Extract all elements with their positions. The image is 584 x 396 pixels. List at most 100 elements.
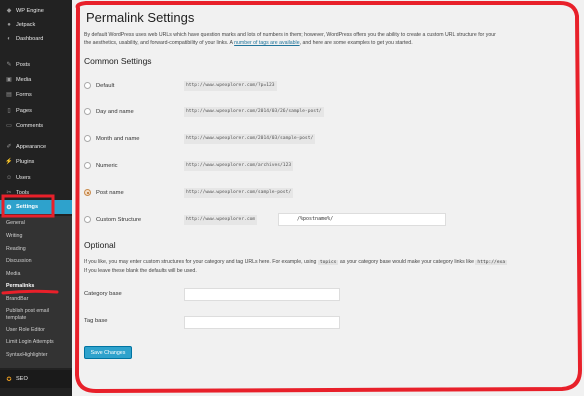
submenu-publish-post-email-line2[interactable]: template	[6, 315, 26, 321]
optional-text-b: as your category base would make your ca…	[338, 259, 476, 265]
sidebar-item-seo[interactable]: ✪ SEO	[0, 370, 72, 388]
available-tags-link[interactable]: number of tags are available	[234, 40, 299, 46]
tools-icon: ✂	[6, 190, 12, 196]
intro-text: By default WordPress uses web URLs which…	[84, 31, 584, 47]
sidebar-item-pages[interactable]: ▯ Pages	[0, 104, 72, 117]
settings-submenu: General Writing Reading Discussion Media…	[0, 216, 72, 368]
submenu-general[interactable]: General	[6, 220, 25, 226]
sidebar-item-label: Users	[16, 174, 31, 181]
option-label: Day and name	[96, 109, 134, 115]
pages-icon: ▯	[7, 108, 11, 114]
option-example: http://www.wpexplorer.com/2014/03/26/sam…	[184, 107, 324, 117]
sidebar-item-label: Pages	[16, 107, 32, 114]
plugins-icon: ⚡	[5, 159, 13, 165]
media-icon: ▣	[6, 77, 12, 83]
option-example: http://www.wpexplorer.com/?p=123	[184, 81, 277, 91]
comments-icon: ▭	[6, 123, 12, 129]
sidebar-item-forms[interactable]: ▤ Forms	[0, 88, 72, 101]
day-and-name-radio[interactable]	[84, 108, 91, 115]
sidebar-item-plugins[interactable]: ⚡ Plugins	[0, 155, 72, 168]
submenu-media[interactable]: Media	[6, 271, 20, 277]
optional-text-a: If you like, you may enter custom struct…	[84, 259, 318, 265]
submenu-reading[interactable]: Reading	[6, 246, 26, 252]
tag-base-input[interactable]	[184, 316, 340, 329]
optional-heading: Optional	[84, 240, 116, 250]
tag-base-label: Tag base	[84, 318, 108, 324]
option-month-and-name: Month and name http://www.wpexplorer.com…	[84, 134, 584, 146]
sidebar-item-posts[interactable]: ✎ Posts	[0, 58, 72, 71]
forms-icon: ▤	[6, 92, 12, 98]
numeric-radio[interactable]	[84, 162, 91, 169]
settings-icon: ⚙	[6, 204, 12, 211]
sidebar-item-label: WP Engine	[16, 7, 44, 14]
option-example: http://www.wpexplorer.com	[184, 215, 258, 225]
option-label: Month and name	[96, 136, 140, 142]
wp-engine-icon: ◆	[6, 8, 12, 14]
main-content: Permalink Settings By default WordPress …	[72, 0, 584, 396]
sidebar-item-label: Settings	[16, 204, 39, 210]
sidebar-item-tools[interactable]: ✂ Tools	[0, 186, 72, 199]
sidebar-item-label: Jetpack	[16, 21, 36, 28]
month-and-name-radio[interactable]	[84, 135, 91, 142]
sidebar-item-jetpack[interactable]: ● Jetpack	[0, 18, 72, 31]
sidebar-item-label: SEO	[16, 376, 28, 382]
intro-line-1: By default WordPress uses web URLs which…	[84, 32, 496, 38]
sidebar-item-settings[interactable]: ⚙ Settings	[0, 200, 77, 214]
intro-line-2a: the aesthetics, usability, and forward-c…	[84, 40, 235, 46]
sidebar-item-comments[interactable]: ▭ Comments	[0, 119, 72, 132]
custom-structure-radio[interactable]	[84, 216, 91, 223]
sidebar-item-label: Plugins	[16, 158, 35, 165]
seo-icon: ✪	[6, 376, 12, 383]
sidebar-item-dashboard[interactable]: ◐ Dashboard	[0, 32, 72, 45]
sidebar-item-media[interactable]: ▣ Media	[0, 73, 72, 86]
category-base-label: Category base	[84, 291, 122, 297]
submenu-writing[interactable]: Writing	[6, 233, 22, 239]
sidebar-item-label: Dashboard	[16, 35, 44, 42]
sidebar-item-label: Media	[16, 76, 32, 83]
option-custom-structure: Custom Structure http://www.wpexplorer.c…	[84, 213, 584, 227]
option-example: http://www.wpexplorer.com/sample-post/	[184, 188, 294, 198]
sidebar-item-label: Tools	[16, 189, 30, 196]
option-example: http://www.wpexplorer.com/2014/03/sample…	[184, 134, 316, 144]
option-default: Default http://www.wpexplorer.com/?p=123	[84, 81, 584, 93]
default-radio[interactable]	[84, 82, 91, 89]
option-day-and-name: Day and name http://www.wpexplorer.com/2…	[84, 107, 584, 119]
common-settings-heading: Common Settings	[84, 56, 152, 66]
save-changes-button[interactable]: Save Changes	[84, 346, 132, 359]
option-label: Post name	[96, 190, 124, 196]
option-post-name: Post name http://www.wpexplorer.com/samp…	[84, 188, 584, 200]
submenu-limit-login-attempts[interactable]: Limit Login Attempts	[6, 339, 54, 345]
sidebar-item-wp-engine[interactable]: ◆ WP Engine	[0, 4, 72, 17]
option-label: Numeric	[96, 163, 118, 169]
custom-structure-input[interactable]: /%postname%/	[278, 213, 446, 226]
submenu-permalinks[interactable]: Permalinks	[6, 283, 34, 289]
sidebar-item-label: Posts	[16, 61, 30, 68]
intro-line-2b: , and here are some examples to get you …	[299, 40, 413, 46]
optional-code-2: http://exa	[475, 260, 508, 265]
page-title: Permalink Settings	[86, 10, 195, 25]
submenu-brandbar[interactable]: BrandBar	[6, 296, 28, 302]
sidebar-item-appearance[interactable]: ✐ Appearance	[0, 140, 72, 153]
posts-icon: ✎	[6, 62, 12, 68]
submenu-discussion[interactable]: Discussion	[6, 258, 32, 264]
submenu-user-role-editor[interactable]: User Role Editor	[6, 327, 45, 333]
optional-code: topics	[317, 260, 339, 265]
sidebar-item-label: Appearance	[16, 143, 47, 150]
users-icon: ☺	[5, 174, 13, 181]
sidebar-item-label: Comments	[16, 122, 44, 129]
jetpack-icon: ●	[7, 21, 11, 28]
submenu-syntaxhighlighter[interactable]: SyntaxHighlighter	[6, 352, 48, 358]
sidebar-item-users[interactable]: ☺ Users	[0, 171, 72, 184]
option-label: Custom Structure	[96, 217, 142, 223]
appearance-icon: ✐	[6, 144, 12, 150]
option-numeric: Numeric http://www.wpexplorer.com/archiv…	[84, 161, 584, 173]
dashboard-icon: ◐	[7, 35, 11, 42]
submenu-publish-post-email[interactable]: Publish post email	[6, 308, 49, 314]
optional-text-c: If you leave these blank the defaults wi…	[84, 268, 197, 274]
option-label: Default	[96, 83, 115, 89]
optional-description: If you like, you may enter custom struct…	[84, 258, 584, 275]
sidebar-item-label: Forms	[16, 91, 32, 98]
category-base-input[interactable]	[184, 288, 340, 301]
option-example: http://www.wpexplorer.com/archives/123	[184, 161, 294, 171]
post-name-radio[interactable]	[84, 189, 91, 196]
